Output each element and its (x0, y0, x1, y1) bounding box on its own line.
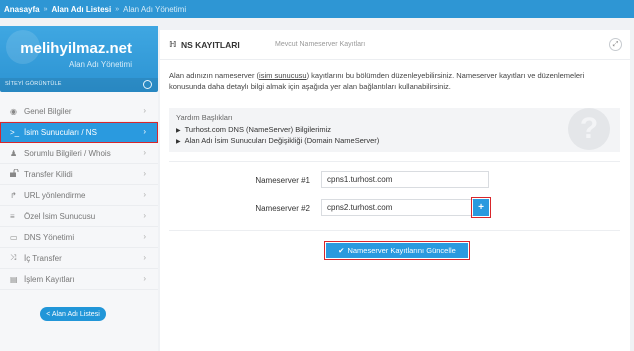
check-icon: ✔ (338, 246, 345, 255)
update-nameservers-button[interactable]: ✔ Nameserver Kayıtlarını Güncelle (324, 241, 470, 260)
add-nameserver-button[interactable]: + (471, 197, 491, 218)
user-icon: ♟ (10, 148, 18, 158)
sidebar-item-label: İsim Sunucuları / NS (24, 127, 97, 137)
help-box: Yardım Başlıkları ▶ Turhost.com DNS (Name… (169, 108, 620, 152)
caret-right-icon: ▶ (176, 128, 181, 134)
breadcrumb-separator: » (115, 5, 120, 13)
shuffle-icon: ⤨ (10, 253, 17, 262)
sidebar-item-label: Sorumlu Bilgileri / Whois (24, 148, 111, 158)
panel-title: NS KAYITLARI (181, 40, 240, 50)
panel-header: ℍ NS KAYITLARI Mevcut Nameserver Kayıtla… (160, 30, 630, 60)
chevron-right-icon: › (143, 232, 146, 241)
chevron-right-icon: › (143, 169, 146, 178)
breadcrumb: Anasayfa » Alan Adı Listesi » Alan Adı Y… (0, 0, 634, 18)
sidebar-item-whois[interactable]: ♟ Sorumlu Bilgileri / Whois › (0, 143, 158, 164)
sidebar-item-label: Özel İsim Sunucusu (24, 211, 96, 221)
sidebar-item-label: İç Transfer (24, 253, 62, 263)
update-button-label: Nameserver Kayıtlarını Güncelle (347, 246, 456, 255)
chevron-right-icon: › (143, 211, 146, 220)
description-text: Alan adınızın nameserver ( (169, 71, 260, 80)
sidebar-item-general[interactable]: ◉ Genel Bilgiler › (0, 101, 158, 122)
table-icon: ▤ (10, 274, 18, 284)
sidebar: melihyilmaz.net Alan Adı Yönetimi SİTEYİ… (0, 26, 158, 351)
chevron-right-icon: › (143, 106, 146, 115)
domain-list-button[interactable]: < Alan Adı Listesi (40, 307, 106, 321)
breadcrumb-separator: » (43, 5, 48, 13)
divider (169, 230, 620, 231)
sidebar-item-dns[interactable]: ▭ DNS Yönetimi › (0, 227, 158, 248)
terminal-icon: >_ (10, 127, 20, 137)
chevron-right-icon: › (143, 253, 146, 262)
sidebar-item-label: İşlem Kayıtları (24, 274, 75, 284)
sidebar-item-custom-nameserver[interactable]: ≡ Özel İsim Sunucusu › (0, 206, 158, 227)
breadcrumb-domain-list[interactable]: Alan Adı Listesi (51, 5, 111, 14)
help-link-dns-info[interactable]: ▶ Turhost.com DNS (NameServer) Bilgilerim… (176, 125, 331, 134)
view-site-label[interactable]: SİTEYİ GÖRÜNTÜLE (5, 81, 62, 87)
sidebar-item-label: Genel Bilgiler (24, 106, 72, 116)
chevron-right-icon: › (143, 274, 146, 283)
unlock-icon (10, 168, 22, 179)
ns1-label: Nameserver #1 (255, 176, 310, 185)
panel-description: Alan adınızın nameserver (isim sunucusu)… (169, 70, 619, 92)
description-text: konusunda daha detaylı bilgi almak için … (169, 82, 451, 91)
sidebar-item-label: DNS Yönetimi (24, 232, 75, 242)
domain-brand-card: melihyilmaz.net Alan Adı Yönetimi SİTEYİ… (0, 26, 158, 92)
help-title: Yardım Başlıkları (176, 113, 233, 122)
caret-right-icon: ▶ (176, 139, 181, 145)
chevron-right-icon: › (143, 127, 146, 136)
sidebar-item-url-redirect[interactable]: ↱ URL yönlendirme › (0, 185, 158, 206)
sidebar-item-logs[interactable]: ▤ İşlem Kayıtları › (0, 269, 158, 290)
sidebar-item-label: URL yönlendirme (24, 190, 86, 200)
sidebar-item-internal-transfer[interactable]: ⤨ İç Transfer › (0, 248, 158, 269)
ns2-input[interactable]: cpns2.turhost.com (321, 199, 489, 216)
ns2-label: Nameserver #2 (255, 204, 310, 213)
question-mark-icon: ? (568, 108, 610, 150)
monitor-icon: ▭ (10, 232, 18, 242)
domain-subtitle: Alan Adı Yönetimi (68, 60, 132, 69)
ns1-input[interactable]: cpns1.turhost.com (321, 171, 489, 188)
help-link-ns-change[interactable]: ▶ Alan Adı İsim Sunucuları Değişikliği (D… (176, 136, 379, 145)
ns-records-panel: ℍ NS KAYITLARI Mevcut Nameserver Kayıtla… (160, 30, 630, 351)
sidebar-item-label: Transfer Kilidi (24, 169, 73, 179)
domain-name: melihyilmaz.net (20, 40, 132, 57)
sidebar-item-transfer-lock[interactable]: Transfer Kilidi › (0, 164, 158, 185)
breadcrumb-current: Alan Adı Yönetimi (123, 4, 187, 14)
expand-icon[interactable]: ⤢ (609, 38, 622, 51)
sidebar-item-nameservers[interactable]: >_ İsim Sunucuları / NS › (0, 122, 158, 143)
help-link-label: Alan Adı İsim Sunucuları Değişikliği (Do… (184, 136, 380, 145)
panel-subtitle: Mevcut Nameserver Kayıtları (275, 41, 366, 48)
description-text: ) kayıtlarını bu bölümden düzenleyebilir… (306, 71, 585, 80)
chevron-right-icon: › (143, 190, 146, 199)
view-site-icon[interactable] (143, 80, 152, 89)
chevron-right-icon: › (143, 148, 146, 157)
breadcrumb-home[interactable]: Anasayfa (4, 5, 40, 14)
divider (169, 161, 620, 162)
nameserver-term-link[interactable]: isim sunucusu (259, 71, 307, 80)
list-icon: ≡ (10, 211, 15, 221)
globe-icon: ◉ (10, 106, 17, 116)
redirect-icon: ↱ (10, 190, 17, 200)
sitemap-icon: ℍ (169, 40, 177, 49)
sidebar-menu: ◉ Genel Bilgiler › >_ İsim Sunucuları / … (0, 101, 158, 290)
help-link-label: Turhost.com DNS (NameServer) Bilgilerimi… (184, 125, 332, 134)
